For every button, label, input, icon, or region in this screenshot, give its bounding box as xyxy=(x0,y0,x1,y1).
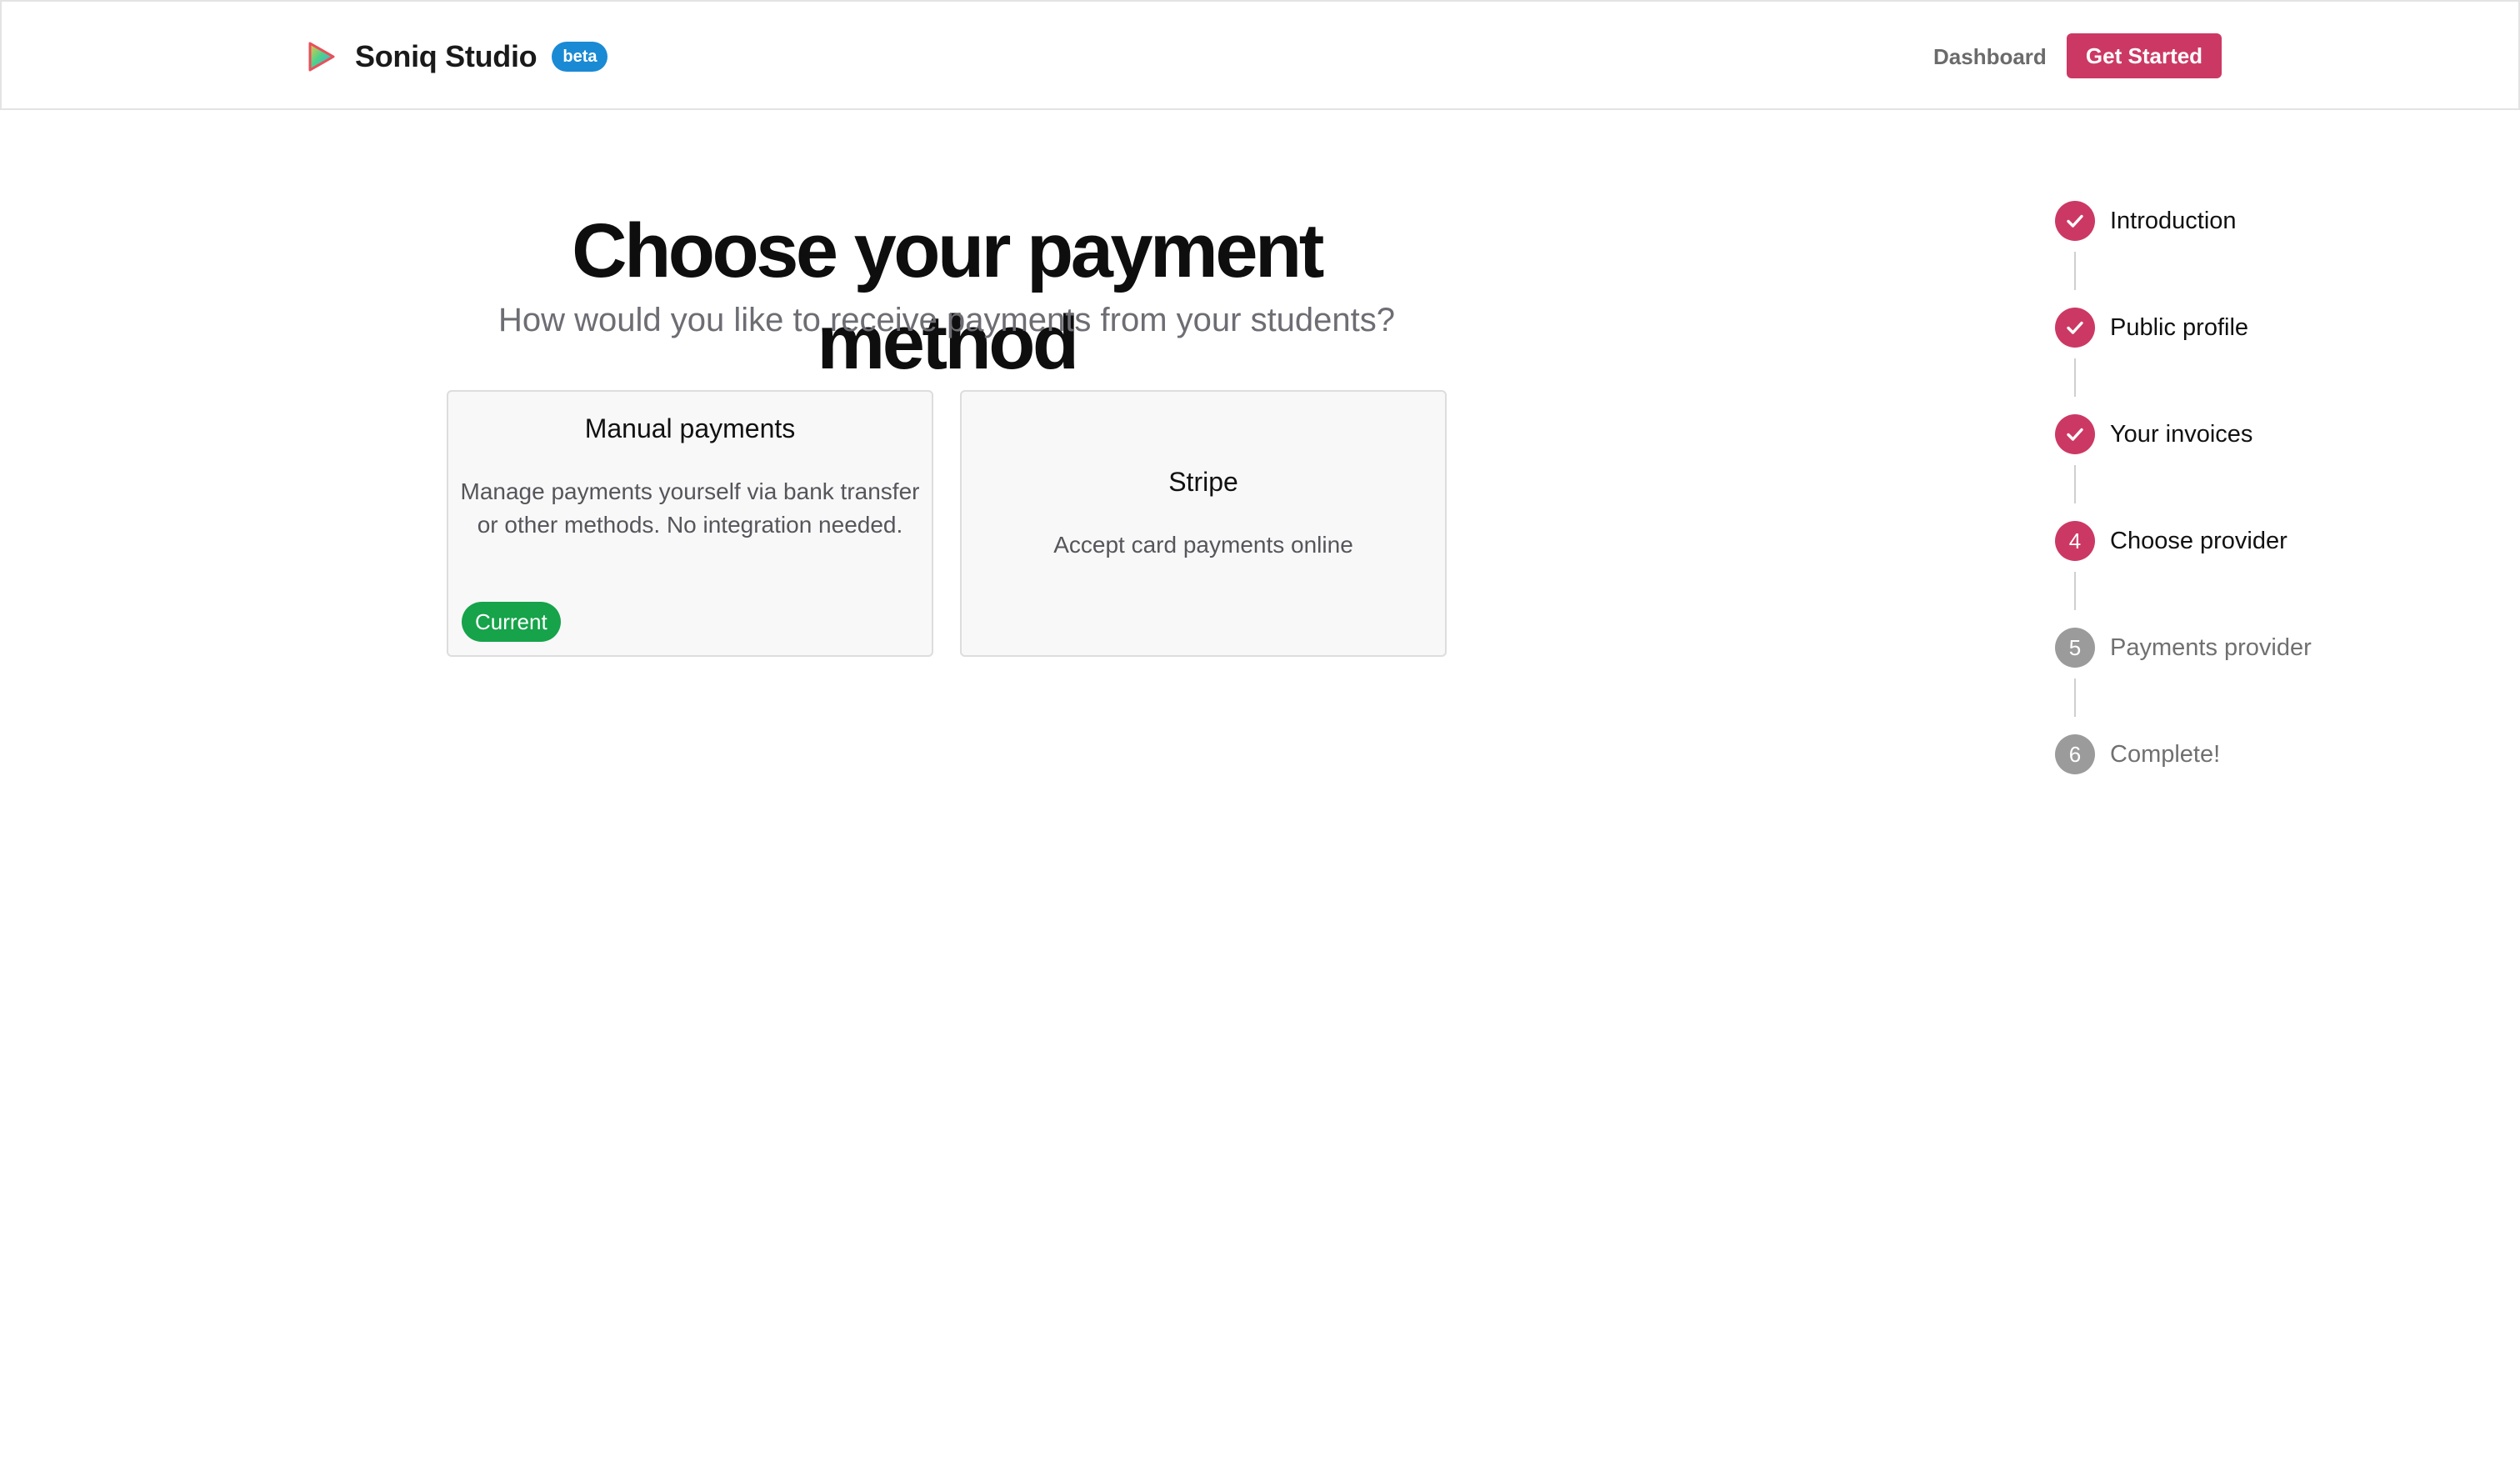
brand-name: Soniq Studio xyxy=(355,39,538,73)
beta-badge: beta xyxy=(552,42,608,72)
step-label: Your invoices xyxy=(2110,421,2253,448)
step-label: Public profile xyxy=(2110,314,2249,341)
step-payments-provider: 5 Payments provider xyxy=(2055,627,2312,668)
brand-home-link[interactable]: Soniq Studio beta xyxy=(303,35,608,78)
step-number: 4 xyxy=(2055,521,2095,561)
step-connector xyxy=(2074,678,2076,717)
stripe-option[interactable]: Stripe Accept card payments online xyxy=(960,390,1447,657)
step-your-invoices: Your invoices xyxy=(2055,413,2252,455)
step-introduction: Introduction xyxy=(2055,200,2237,242)
step-label: Payments provider xyxy=(2110,634,2312,661)
page-subtitle: How would you like to receive payments f… xyxy=(498,302,1396,338)
current-badge: Current xyxy=(462,602,561,642)
check-icon xyxy=(2055,201,2095,241)
top-nav-bar: Soniq Studio beta Dashboard Get Started xyxy=(0,0,2520,110)
step-connector xyxy=(2074,572,2076,610)
step-complete: 6 Complete! xyxy=(2055,734,2220,775)
option-title: Manual payments xyxy=(584,413,796,443)
option-description: Manage payments yourself via bank transf… xyxy=(460,478,920,538)
option-title: Stripe xyxy=(1168,467,1238,497)
step-number: 5 xyxy=(2055,628,2095,668)
step-label: Complete! xyxy=(2110,741,2221,768)
option-description: Accept card payments online xyxy=(1053,532,1353,558)
step-connector xyxy=(2074,252,2076,290)
play-logo-icon xyxy=(308,42,335,72)
dashboard-link[interactable]: Dashboard xyxy=(1933,42,2047,72)
step-label: Introduction xyxy=(2110,208,2237,234)
step-choose-provider: 4 Choose provider xyxy=(2055,520,2288,562)
step-number: 6 xyxy=(2055,734,2095,774)
manual-payments-option[interactable]: Manual payments Manage payments yourself… xyxy=(447,390,933,657)
step-public-profile: Public profile xyxy=(2055,307,2248,348)
step-connector xyxy=(2074,358,2076,397)
step-label: Choose provider xyxy=(2110,528,2288,554)
get-started-button[interactable]: Get Started xyxy=(2067,33,2222,78)
check-icon xyxy=(2055,414,2095,454)
check-icon xyxy=(2055,308,2095,348)
step-connector xyxy=(2074,465,2076,503)
